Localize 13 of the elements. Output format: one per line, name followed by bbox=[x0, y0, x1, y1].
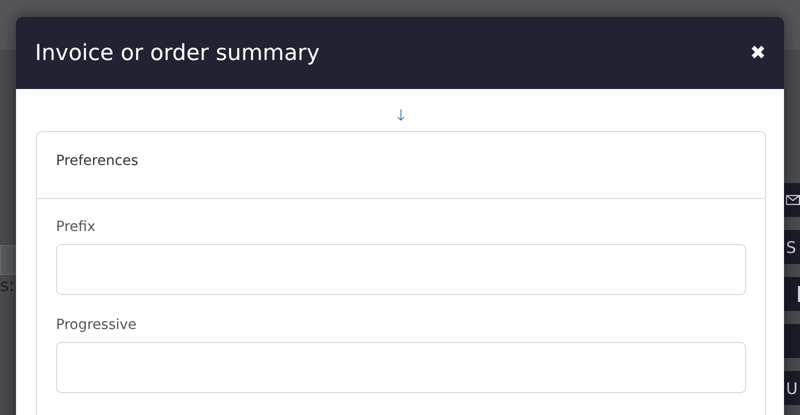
card-title: Preferences bbox=[56, 153, 138, 169]
side-button[interactable] bbox=[784, 277, 800, 311]
close-button[interactable]: ✖ bbox=[750, 41, 766, 65]
side-button[interactable]: S bbox=[784, 230, 800, 264]
side-button[interactable] bbox=[784, 183, 800, 217]
mail-icon bbox=[786, 195, 800, 205]
field-label: Prefix bbox=[56, 219, 96, 235]
input-field[interactable] bbox=[56, 342, 746, 393]
field-label: Progressive bbox=[56, 317, 138, 333]
input-field[interactable] bbox=[56, 244, 746, 295]
side-button[interactable]: U bbox=[784, 371, 800, 405]
modal-title: Invoice or order summary bbox=[35, 40, 320, 66]
down-arrow-icon: 🡓 bbox=[397, 108, 405, 124]
